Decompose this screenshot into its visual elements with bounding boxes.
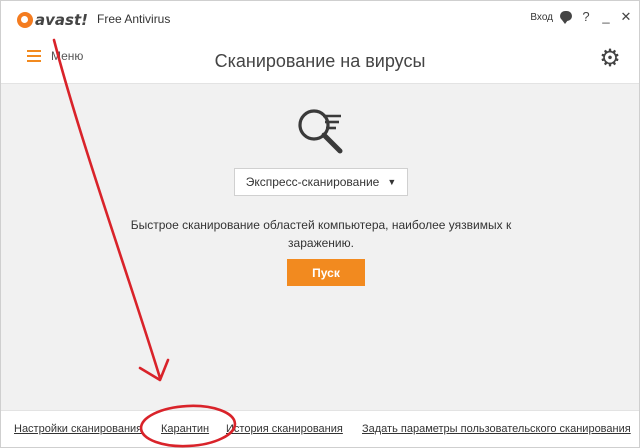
page-title: Сканирование на вирусы	[214, 51, 426, 71]
scan-type-value: Экспресс-сканирование	[245, 175, 380, 189]
avast-window: avast! Free Antivirus Вход ? _ ✕ Меню Ск…	[0, 0, 640, 448]
title-controls: Вход ? _ ✕	[530, 10, 633, 24]
avast-logo-icon	[17, 12, 33, 28]
product-name: Free Antivirus	[97, 12, 171, 26]
header: Меню Сканирование на вирусы ⚙	[1, 37, 639, 84]
close-icon[interactable]: ✕	[619, 10, 633, 24]
start-scan-button[interactable]: Пуск	[287, 259, 365, 286]
chat-icon[interactable]	[559, 10, 573, 24]
help-icon[interactable]: ?	[579, 10, 593, 24]
quarantine-link[interactable]: Карантин	[161, 423, 209, 435]
scan-settings-link[interactable]: Настройки сканирования	[14, 423, 142, 435]
chevron-down-icon: ▼	[387, 177, 397, 187]
title-bar: avast! Free Antivirus Вход ? _ ✕	[1, 1, 639, 37]
custom-scan-link[interactable]: Задать параметры пользовательского скани…	[362, 423, 631, 435]
minimize-icon[interactable]: _	[599, 10, 613, 24]
gear-icon[interactable]: ⚙	[597, 45, 623, 71]
logo-text: avast!	[35, 11, 88, 29]
scan-panel: Экспресс-сканирование ▼ Быстрое сканиров…	[1, 84, 639, 410]
footer-links: Настройки сканирования Карантин История …	[1, 410, 639, 447]
scan-history-link[interactable]: История сканирования	[226, 423, 343, 435]
scan-type-select[interactable]: Экспресс-сканирование ▼	[234, 168, 408, 196]
magnifier-icon	[298, 109, 343, 154]
login-link[interactable]: Вход	[530, 12, 553, 23]
avast-logo: avast!	[17, 9, 88, 31]
scan-description: Быстрое сканирование областей компьютера…	[130, 218, 512, 250]
